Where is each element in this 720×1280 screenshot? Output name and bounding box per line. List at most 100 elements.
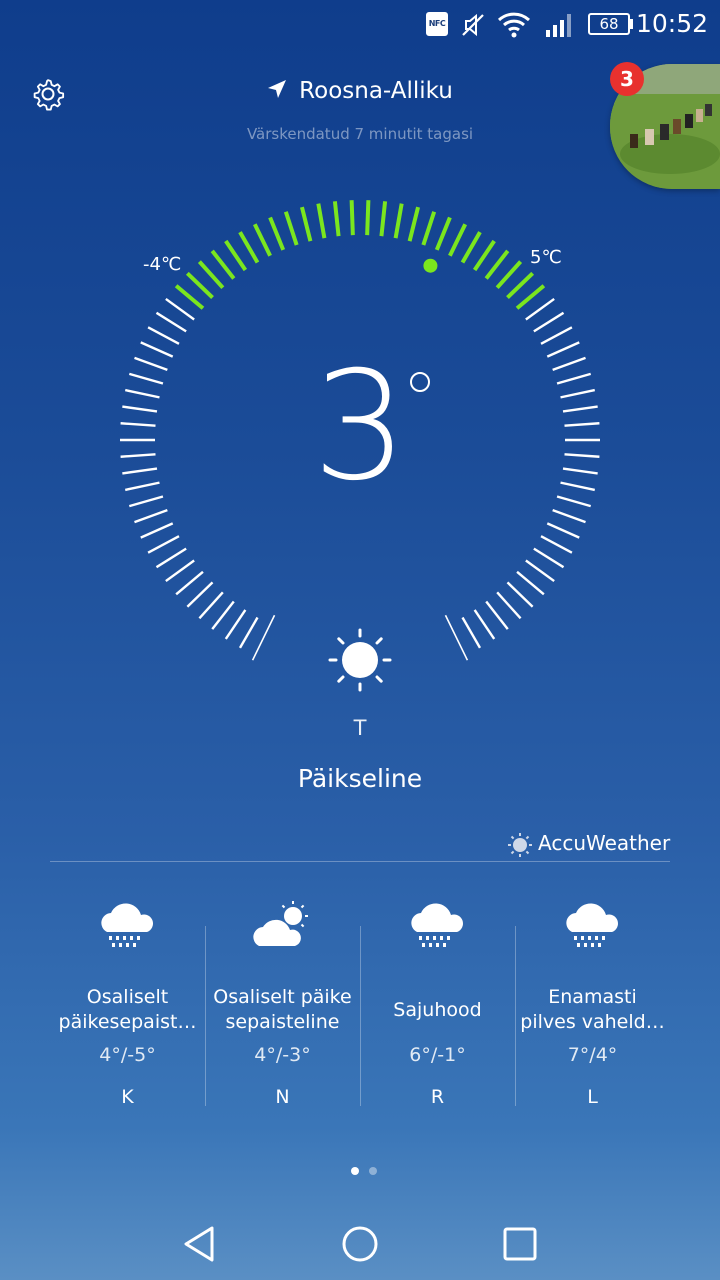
dial-tick-range [185,271,214,300]
forecast-day-3[interactable]: Sajuhood 6°/-1° R [360,880,515,1120]
signal-icon [546,14,571,37]
dial-tick-range [515,284,546,310]
forecast-condition: Osaliselt päikesepaist… [58,986,197,1033]
dial-tick [165,559,195,583]
notification-badge: 3 [610,62,644,96]
dial-tick [124,481,160,492]
dial-tick-range [379,201,388,237]
dial-tick [485,600,509,630]
dial-tick [224,609,247,640]
dial-tick [525,559,555,583]
dial-tick-range [393,203,404,239]
page-indicator [346,1160,382,1179]
dial-max-label: 5℃ [530,247,562,268]
forecast-day-1[interactable]: Osaliselt päikesepaist… 4°/-5° K [50,880,205,1120]
battery-tip [630,19,633,29]
dial-tick [175,570,204,596]
nfc-icon: NFC [426,12,448,36]
divider [50,861,670,862]
dial-tick-range [332,201,341,237]
wifi-icon [497,12,531,38]
forecast-row: Osaliselt päikesepaist… 4°/-5° K Osalisel… [50,880,670,1120]
forecast-day-2[interactable]: Osaliselt päike sepaisteline 4°/-3° N [205,880,360,1120]
dial-tick [211,600,235,630]
current-condition: Päikseline [297,764,423,793]
home-icon[interactable] [340,1224,380,1264]
dial-min-label: -4℃ [143,254,182,275]
degree-symbol [410,372,430,392]
dial-tick-range [421,211,437,246]
forecast-range: 6°/-1° [409,1044,466,1066]
dial-tick [533,311,565,333]
dial-tick [155,311,187,333]
dial-tick [556,372,592,385]
dial-tick-range [210,249,236,280]
dial-tick [562,405,598,413]
dial-tick-range [224,239,248,272]
dial-tick [525,297,555,321]
dial-tick-range [252,223,272,257]
dial-tick [147,535,180,554]
navigation-bar [0,1208,720,1280]
dial-tick-range [434,216,452,251]
dial-tick [155,547,187,569]
dial-tick [120,453,156,458]
recents-icon[interactable] [500,1224,540,1264]
dial-tick [186,581,214,608]
page-dot-2[interactable] [369,1167,377,1175]
dial-tick [165,297,195,321]
dial-tick-range [460,231,482,264]
dial-tick [560,388,596,399]
forecast-day-4[interactable]: Enamasti pilves vaheld… 7°/4° L [515,880,670,1120]
status-clock: 10:52 [635,9,708,38]
dial-tick [140,522,174,539]
forecast-day-label: R [430,1086,445,1108]
location-arrow-icon [267,78,287,104]
dial-tick [552,508,586,524]
dial-tick [120,422,156,427]
dial-tick-range [174,284,205,310]
forecast-condition: Sajuhood [393,998,482,1021]
dial-tick [564,422,600,427]
provider-credit[interactable]: AccuWeather [508,831,670,857]
dial-tick [556,495,592,508]
forecast-day-label: N [275,1086,290,1108]
dial-tick [540,535,573,554]
dial-tick [238,616,259,649]
dial-tick-range [365,200,371,236]
dial-tick-range [349,200,355,236]
dial-tick [516,570,545,596]
dial-tick [473,609,496,640]
dial-tick [506,581,534,608]
page-dot-1[interactable] [351,1167,359,1175]
dial-tick-range [283,211,299,246]
rain-cloud-icon [411,903,464,947]
dial-tick-range [495,260,523,289]
dial-tick [546,341,580,358]
dial-tick-range [197,260,225,289]
dial-tick [134,508,168,524]
city-name: Roosna-Alliku [299,78,453,104]
dial-tick [128,372,164,385]
partly-sunny-icon [253,901,308,946]
dial-tick [533,547,565,569]
dial-tick [540,326,573,345]
forecast-day-label: K [121,1086,134,1108]
current-temperature: 3 [312,340,408,514]
dial-tick-range [407,206,421,242]
forecast-range: 4°/-3° [254,1044,311,1066]
back-icon[interactable] [180,1224,220,1264]
dial-tick [122,405,158,413]
dial-tick [496,591,522,620]
status-bar: NFC 68 10:52 [0,0,720,50]
dial-tick-range [238,231,260,264]
dial-tick-range [472,239,496,272]
dial-tick [562,467,598,475]
dial-tick [140,341,174,358]
dial-tick [198,591,224,620]
mute-icon [462,13,484,37]
current-day: T [353,716,367,740]
provider-name: AccuWeather [538,831,671,855]
dial-tick-range [506,271,535,300]
dial-tick [552,356,586,372]
